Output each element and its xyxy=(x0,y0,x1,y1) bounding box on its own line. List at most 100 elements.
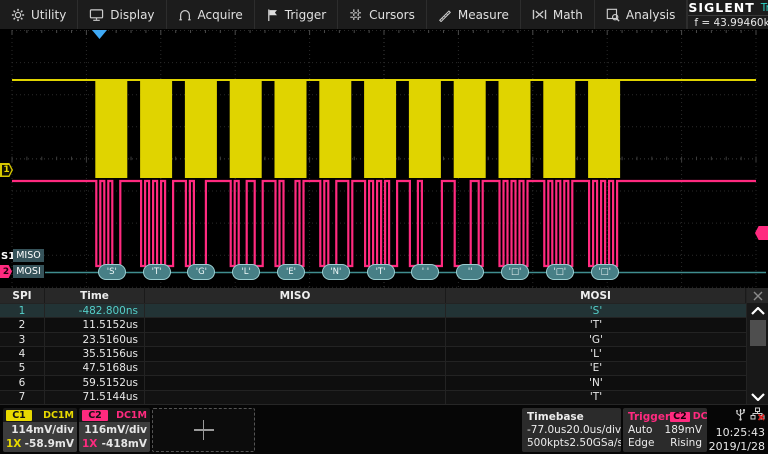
system-time: 10:25:43 xyxy=(716,426,765,439)
trigger-mode: Auto xyxy=(628,425,652,436)
row-miso xyxy=(145,347,446,360)
oscilloscope-screen: UtilityDisplay Acquire Trigger Cursors Measu… xyxy=(0,0,768,454)
menu-item-display[interactable]: Display xyxy=(78,0,166,29)
decode-bubble: 'T' xyxy=(143,264,171,280)
plus-icon xyxy=(194,420,214,440)
header-spi: SPI xyxy=(0,288,45,303)
scroll-down-button[interactable] xyxy=(747,389,768,404)
table-row[interactable]: 659.5152us'N' xyxy=(0,375,746,389)
menu-item-measure[interactable]: Measure xyxy=(427,0,521,29)
usb-icon xyxy=(735,407,746,424)
table-row[interactable]: 435.5156us 'L' xyxy=(0,346,746,360)
row-time: 23.5160us xyxy=(45,333,145,346)
row-miso xyxy=(145,318,446,331)
row-mosi: 'S' xyxy=(446,304,746,317)
channel1-badge: C1 xyxy=(6,410,32,421)
channel2-descriptor[interactable]: C2 DC1M 116mV/div 1X -418mV xyxy=(79,408,150,452)
table-row[interactable]: 771.5144us 'T' xyxy=(0,390,746,404)
add-channel-button[interactable] xyxy=(152,408,255,452)
table-row[interactable]: 211.5152us'T' xyxy=(0,317,746,331)
timebase-scale: 20.0us/div xyxy=(566,425,621,436)
row-miso xyxy=(145,304,446,317)
timebase-rate: 2.50GSa/s xyxy=(569,438,621,449)
row-time: 11.5152us xyxy=(45,318,145,331)
menu-item-label: Math xyxy=(553,8,583,22)
channel2-badge: C2 xyxy=(82,410,108,421)
row-time: 47.5168us xyxy=(45,362,145,375)
timebase-descriptor[interactable]: Timebase -77.0us 20.0us/div 500kpts 2.50… xyxy=(522,408,621,452)
channel2-scale: 116mV/div xyxy=(84,425,147,436)
menu-bar: UtilityDisplay Acquire Trigger Cursors Measu… xyxy=(0,0,768,30)
header-miso: MISO xyxy=(145,288,446,303)
measure-icon xyxy=(438,8,452,22)
miso-bus-label[interactable]: MISO xyxy=(13,249,44,262)
trigger-slope: Rising xyxy=(670,438,702,449)
trigger-type: Edge xyxy=(628,438,654,449)
row-index: 7 xyxy=(0,391,45,404)
row-index: 1 xyxy=(0,304,45,317)
menu-item-trigger[interactable]: Trigger xyxy=(255,0,338,29)
row-index: 5 xyxy=(0,362,45,375)
header-time: Time xyxy=(45,288,145,303)
decode-table-header: SPI Time MISO MOSI xyxy=(0,288,768,303)
menu-item-utility[interactable]: Utility xyxy=(0,0,78,29)
row-miso xyxy=(145,362,446,375)
trigger-status: Trig'd xyxy=(761,2,768,14)
row-mosi: 'L' xyxy=(446,347,746,360)
decode-bubble: '□' xyxy=(501,264,529,280)
menu-item-cursors[interactable]: Cursors xyxy=(338,0,427,29)
row-mosi: 'G' xyxy=(446,333,746,346)
menu-item-math[interactable]: Math xyxy=(521,0,595,29)
waveform-area: 1 S1 MISO 2 MOSI 'S''T''G''L''E''N''T'' … xyxy=(0,30,768,288)
trigger-level: 189mV xyxy=(665,425,702,436)
channel1-scale: 114mV/div xyxy=(11,425,74,436)
timebase-title: Timebase xyxy=(527,412,584,423)
siglent-logo: SIGLENT xyxy=(688,0,754,15)
row-mosi: 'E' xyxy=(446,362,746,375)
row-miso xyxy=(145,333,446,346)
decode-bubble: '□' xyxy=(546,264,574,280)
channel2-coupling: DC1M xyxy=(116,410,147,421)
channel1-coupling: DC1M xyxy=(43,410,74,421)
row-miso xyxy=(145,391,446,404)
scrollbar-thumb[interactable] xyxy=(750,320,766,346)
row-mosi: 'N' xyxy=(446,376,746,389)
decode-bubble: 'S' xyxy=(98,264,126,280)
close-decode-table-button[interactable] xyxy=(747,288,768,303)
row-index: 2 xyxy=(0,318,45,331)
row-time: 71.5144us xyxy=(45,391,145,404)
acquire-icon xyxy=(178,8,192,22)
decode-bubble: 'L' xyxy=(232,264,260,280)
trigger-source-badge: C2 xyxy=(670,412,690,422)
flag-icon xyxy=(266,8,279,22)
channel1-descriptor[interactable]: C1 DC1M 114mV/div 1X -58.9mV xyxy=(3,408,77,452)
row-time: 35.5156us xyxy=(45,347,145,360)
display-icon xyxy=(89,8,104,22)
network-error-icon xyxy=(750,407,765,424)
timebase-points: 500kpts xyxy=(527,438,569,449)
menu-item-label: Analysis xyxy=(626,8,675,22)
trigger-descriptor[interactable]: Trigger C2 DC Auto 189mV Edge Rising xyxy=(623,408,707,452)
scroll-up-button[interactable] xyxy=(747,303,768,318)
decode-bubble: ' ' xyxy=(411,264,439,280)
menu-item-label: Cursors xyxy=(369,8,415,22)
row-miso xyxy=(145,376,446,389)
row-index: 4 xyxy=(0,347,45,360)
row-index: 6 xyxy=(0,376,45,389)
row-time: -482.800ns xyxy=(45,304,145,317)
table-row[interactable]: 1-482.800ns 'S' xyxy=(0,303,746,317)
timebase-delay: -77.0us xyxy=(527,425,566,436)
table-row[interactable]: 323.5160us 'G' xyxy=(0,332,746,346)
mosi-bus-label[interactable]: MOSI xyxy=(13,265,44,278)
table-row[interactable]: 547.5168us 'E' xyxy=(0,361,746,375)
table-scrollbar xyxy=(746,288,768,404)
menu-item-acquire[interactable]: Acquire xyxy=(167,0,255,29)
menu-item-label: Trigger xyxy=(285,8,326,22)
menu-item-label: Acquire xyxy=(198,8,243,22)
row-index: 3 xyxy=(0,333,45,346)
menu-item-analysis[interactable]: Analysis xyxy=(595,0,687,29)
row-mosi: 'T' xyxy=(446,391,746,404)
math-icon xyxy=(532,8,547,21)
clock-box: 10:25:43 2019/1/28 xyxy=(703,407,765,453)
channel1-probe: 1X xyxy=(6,439,21,450)
